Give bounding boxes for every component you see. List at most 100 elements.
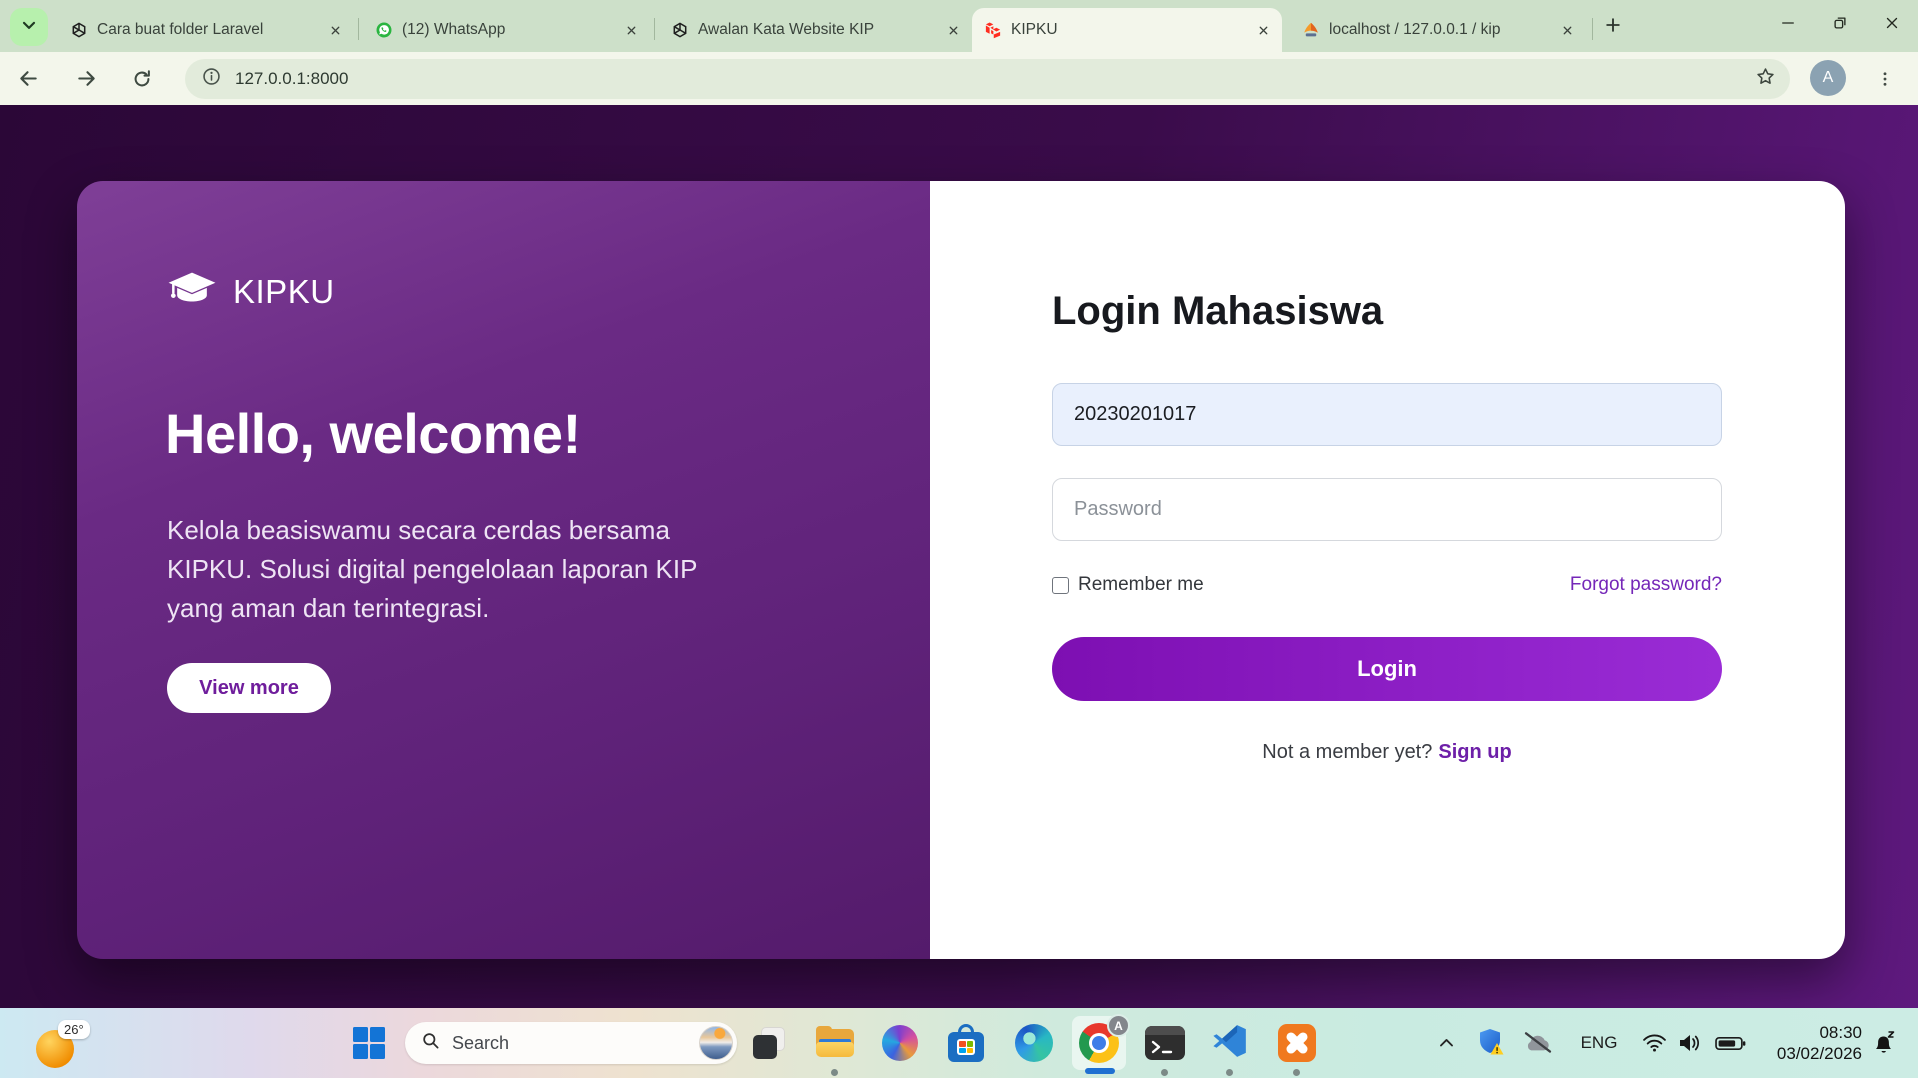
- active-app-indicator: [1085, 1068, 1115, 1074]
- nim-input[interactable]: [1052, 383, 1722, 446]
- remember-me-checkbox[interactable]: [1052, 577, 1069, 594]
- language-indicator[interactable]: ENG: [1576, 1008, 1622, 1078]
- window-minimize-button[interactable]: [1762, 0, 1814, 46]
- file-explorer-button[interactable]: [808, 1016, 862, 1070]
- whatsapp-icon: [375, 21, 393, 39]
- tab-chatgpt-awalan[interactable]: Awalan Kata Website KIP: [659, 8, 972, 52]
- bookmark-star-icon[interactable]: [1755, 66, 1776, 92]
- onedrive-paused-icon[interactable]: [1516, 1008, 1560, 1078]
- url-text[interactable]: 127.0.0.1:8000: [235, 69, 1755, 89]
- taskbar-clock[interactable]: 08:30 03/02/2026: [1770, 1008, 1862, 1078]
- login-button[interactable]: Login: [1052, 637, 1722, 701]
- vscode-button[interactable]: [1203, 1016, 1257, 1070]
- view-more-button[interactable]: View more: [167, 663, 331, 713]
- tab-phpmyadmin[interactable]: localhost / 127.0.0.1 / kip: [1290, 8, 1586, 52]
- edge-button[interactable]: [1007, 1016, 1061, 1070]
- tab-title: localhost / 127.0.0.1 / kip: [1329, 21, 1549, 39]
- search-placeholder: Search: [452, 1033, 699, 1054]
- terminal-icon: [1145, 1026, 1185, 1060]
- address-bar[interactable]: 127.0.0.1:8000: [185, 59, 1790, 99]
- tab-title: KIPKU: [1011, 21, 1245, 39]
- tab-title: (12) WhatsApp: [402, 21, 613, 39]
- tray-chevron-button[interactable]: [1428, 1008, 1464, 1078]
- tab-close-icon[interactable]: [622, 21, 640, 39]
- microsoft-store-button[interactable]: [939, 1016, 993, 1070]
- desktop-screen: Cara buat folder Laravel (12) WhatsApp A…: [0, 0, 1918, 1078]
- description-line: KIPKU. Solusi digital pengelolaan lapora…: [167, 550, 697, 589]
- chatgpt-icon: [70, 21, 88, 39]
- signup-link[interactable]: Sign up: [1438, 741, 1511, 763]
- browser-menu-button[interactable]: [1868, 62, 1902, 96]
- copilot-icon: [882, 1025, 918, 1061]
- taskbar: 26° Search: [0, 1008, 1918, 1078]
- start-button[interactable]: [352, 1026, 386, 1060]
- file-explorer-icon: [815, 1026, 855, 1060]
- tab-kipku-active[interactable]: KIPKU: [972, 8, 1282, 52]
- remember-row: Remember me Forgot password?: [1052, 574, 1722, 596]
- running-indicator: [1226, 1069, 1233, 1076]
- copilot-button[interactable]: [873, 1016, 927, 1070]
- window-close-button[interactable]: [1866, 0, 1918, 46]
- chrome-button[interactable]: A: [1072, 1016, 1126, 1070]
- tab-separator: [654, 18, 655, 40]
- phpmyadmin-icon: [1302, 21, 1320, 39]
- login-title: Login Mahasiswa: [1052, 289, 1383, 334]
- running-indicator: [1161, 1069, 1168, 1076]
- chrome-profile-badge: A: [1107, 1014, 1130, 1037]
- wifi-icon[interactable]: [1636, 1008, 1672, 1078]
- taskbar-search[interactable]: Search: [405, 1022, 737, 1064]
- tab-close-icon[interactable]: [944, 21, 962, 39]
- brand-name: KIPKU: [233, 273, 335, 311]
- battery-icon[interactable]: [1710, 1008, 1750, 1078]
- window-restore-button[interactable]: [1814, 0, 1866, 46]
- tab-title: Cara buat folder Laravel: [97, 21, 317, 39]
- browser-toolbar: 127.0.0.1:8000 A: [0, 52, 1918, 105]
- welcome-heading: Hello, welcome!: [165, 401, 581, 466]
- edge-icon: [1015, 1024, 1053, 1062]
- xampp-button[interactable]: [1270, 1016, 1324, 1070]
- notifications-bell-icon[interactable]: [1864, 1008, 1904, 1078]
- tab-search-button[interactable]: [10, 8, 48, 46]
- laravel-icon: [984, 21, 1002, 39]
- bing-daily-image[interactable]: [699, 1026, 733, 1060]
- password-input[interactable]: [1052, 478, 1722, 541]
- tab-title: Awalan Kata Website KIP: [698, 21, 935, 39]
- tray-time: 08:30: [1819, 1022, 1862, 1043]
- plus-icon: [1603, 15, 1623, 40]
- temperature-badge: 26°: [58, 1020, 90, 1039]
- chevron-down-icon: [19, 15, 39, 40]
- tab-whatsapp[interactable]: (12) WhatsApp: [363, 8, 650, 52]
- tab-separator: [358, 18, 359, 40]
- welcome-panel: KIPKU Hello, welcome! Kelola beasiswamu …: [77, 181, 930, 959]
- terminal-button[interactable]: [1138, 1016, 1192, 1070]
- forward-button[interactable]: [66, 59, 106, 99]
- search-icon: [421, 1031, 440, 1055]
- welcome-description: Kelola beasiswamu secara cerdas bersama …: [167, 511, 697, 628]
- weather-widget[interactable]: 26°: [36, 1022, 88, 1068]
- tab-separator: [1592, 18, 1593, 40]
- vscode-icon: [1211, 1022, 1249, 1065]
- browser-tab-strip: Cara buat folder Laravel (12) WhatsApp A…: [0, 0, 1918, 52]
- running-indicator: [1293, 1069, 1300, 1076]
- site-info-icon[interactable]: [201, 66, 222, 92]
- description-line: Kelola beasiswamu secara cerdas bersama: [167, 511, 697, 550]
- tab-close-icon[interactable]: [1558, 21, 1576, 39]
- reload-button[interactable]: [122, 59, 162, 99]
- tab-close-icon[interactable]: [1254, 21, 1272, 39]
- graduation-cap-icon: [167, 269, 217, 314]
- back-button[interactable]: [8, 59, 48, 99]
- tab-chatgpt-laravel[interactable]: Cara buat folder Laravel: [58, 8, 354, 52]
- profile-avatar[interactable]: A: [1810, 60, 1846, 96]
- login-card: KIPKU Hello, welcome! Kelola beasiswamu …: [77, 181, 1845, 959]
- volume-icon[interactable]: [1672, 1008, 1708, 1078]
- windows-security-icon[interactable]: [1472, 1008, 1512, 1078]
- running-indicator: [831, 1069, 838, 1076]
- tab-close-icon[interactable]: [326, 21, 344, 39]
- brand-logo: KIPKU: [167, 269, 335, 314]
- task-view-button[interactable]: [742, 1016, 796, 1070]
- chrome-icon: A: [1079, 1023, 1119, 1063]
- signup-row: Not a member yet?Sign up: [1052, 741, 1722, 764]
- microsoft-store-icon: [948, 1024, 984, 1062]
- new-tab-button[interactable]: [1598, 12, 1628, 42]
- forgot-password-link[interactable]: Forgot password?: [1570, 574, 1722, 596]
